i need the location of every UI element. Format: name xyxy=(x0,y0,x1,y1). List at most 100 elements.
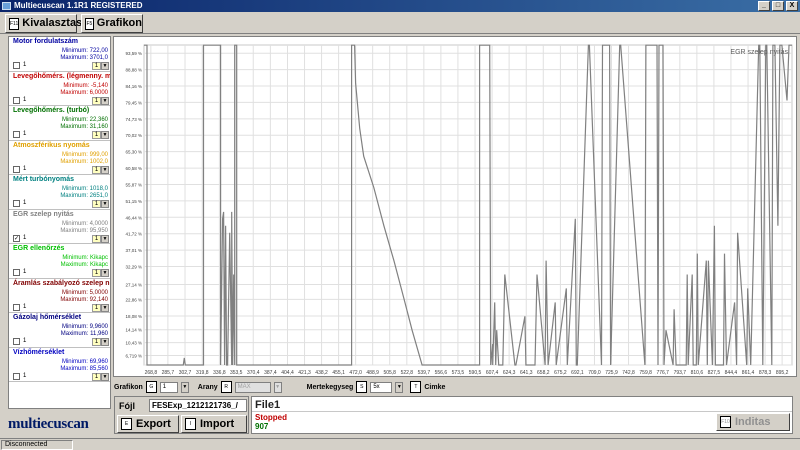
x-tick-label: 319,8 xyxy=(196,370,209,376)
channel-graph-select[interactable]: 1 xyxy=(92,303,101,312)
channel-checkbox[interactable] xyxy=(13,62,20,69)
import-button[interactable]: I Import xyxy=(181,415,247,433)
grafikon-select[interactable]: 1 xyxy=(159,381,178,393)
x-tick-label: 641,3 xyxy=(520,370,533,376)
mertekegyseg-select[interactable]: 5x xyxy=(370,381,393,393)
x-tick-label: 709,0 xyxy=(588,370,601,376)
channel-item[interactable]: Motor fordulatszám Minimum: 722,00 Maximum… xyxy=(9,37,110,72)
chevron-down-icon[interactable]: ▼ xyxy=(101,131,109,139)
grafikon-dropdown-icon[interactable]: ▼ xyxy=(180,381,189,393)
chevron-down-icon[interactable]: ▼ xyxy=(101,200,109,208)
chevron-down-icon[interactable]: ▼ xyxy=(101,269,109,277)
y-tick-label: 60,58 % xyxy=(125,166,142,171)
graph-area: 6,719 % 10,43 % 14,14 % 18,08 % 22,86 % 27,14… xyxy=(113,36,797,377)
channel-minimum: Minimum: -5,140 xyxy=(63,82,108,89)
export-label: Export xyxy=(136,418,171,430)
channel-item[interactable]: Levegőhőmérs. (légmenny. m Minimum: -5,14… xyxy=(9,72,110,106)
arany-dropdown-icon[interactable]: ▼ xyxy=(273,381,282,393)
file-label: Fójl xyxy=(119,401,135,411)
channel-graph-select[interactable]: 1 xyxy=(92,372,101,381)
channel-item[interactable]: Levegőhőmérs. (turbó) Minimum: 22,360 Maxi… xyxy=(9,106,110,141)
channel-item[interactable]: Atmoszférikus nyomás Minimum: 999,00 Maxim… xyxy=(9,141,110,175)
channel-checkbox[interactable] xyxy=(13,131,20,138)
y-tick-label: 70,02 % xyxy=(125,133,142,138)
channel-graph-select[interactable]: 1 xyxy=(92,200,101,208)
channel-graph-select[interactable]: 1 xyxy=(92,234,101,243)
x-tick-label: 353,5 xyxy=(230,370,243,376)
tab-grafikon-label: Grafikon xyxy=(96,17,142,29)
y-tick-label: 93,59 % xyxy=(125,51,142,56)
arany-select[interactable]: MAX xyxy=(234,381,271,393)
mertekegyseg-dropdown-icon[interactable]: ▼ xyxy=(395,381,404,393)
chevron-down-icon[interactable]: ▼ xyxy=(101,62,109,70)
tab-grafikon[interactable]: F5 Grafikon xyxy=(81,14,143,33)
chevron-down-icon[interactable]: ▼ xyxy=(101,372,109,381)
channel-graph-select[interactable]: 1 xyxy=(92,165,101,174)
arany-label: Arany xyxy=(197,383,218,391)
channel-maximum: Maximum: 3701,0 xyxy=(60,55,108,61)
x-tick-label: 793,7 xyxy=(674,370,687,376)
channel-graph-select[interactable]: 1 xyxy=(92,96,101,105)
x-tick-label: 455,1 xyxy=(332,370,345,376)
x-tick-label: 472,0 xyxy=(349,370,362,376)
y-tick-label: 14,14 % xyxy=(125,328,142,333)
close-button[interactable]: X xyxy=(786,1,798,11)
cimke-toggle[interactable]: Cimke xyxy=(424,384,445,391)
channel-maximum: Maximum: 31,160 xyxy=(60,124,108,130)
channel-graph-select[interactable]: 1 xyxy=(92,338,101,346)
x-tick-label: 861,4 xyxy=(742,370,755,376)
plot-frame xyxy=(143,44,793,366)
channel-checkbox[interactable] xyxy=(13,200,20,207)
file-select[interactable]: FESExp_1212121736_/ xyxy=(149,399,247,412)
channel-checkbox[interactable]: ✓ xyxy=(13,234,20,242)
channel-minimum: Minimum: 722,00 xyxy=(61,48,108,54)
inditas-button[interactable]: F10 Inditas xyxy=(716,413,790,431)
x-tick-label: 658,2 xyxy=(537,370,550,376)
channel-graph-select[interactable]: 1 xyxy=(92,131,101,139)
import-label: Import xyxy=(200,418,235,430)
window-title: Multiecuscan 1.1R1 REGISTERED xyxy=(14,1,143,10)
chevron-down-icon[interactable]: ▼ xyxy=(101,96,109,105)
channel-graph-select[interactable]: 1 xyxy=(92,269,101,277)
channel-maximum: Maximum: 11,960 xyxy=(60,331,108,337)
minimize-button[interactable]: _ xyxy=(758,1,770,11)
chevron-down-icon[interactable]: ▼ xyxy=(101,234,109,243)
tab-kivalasztas-label: Kivalasztas xyxy=(22,17,83,29)
chevron-down-icon[interactable]: ▼ xyxy=(101,165,109,174)
channel-item[interactable]: Vízhőmérséklet Minimum: 69,960 Maximum: 85… xyxy=(9,348,110,382)
y-tick-label: 65,30 % xyxy=(125,150,142,155)
egr-chart: 6,719 % 10,43 % 14,14 % 18,08 % 22,86 % 27,14… xyxy=(125,44,793,376)
channel-item[interactable]: Mért turbónyomás Minimum: 1018,0 Maximum: … xyxy=(9,175,110,210)
channel-checkbox[interactable] xyxy=(13,269,20,276)
channel-item[interactable]: Gázolaj hőmérséklet Minimum: 9,9600 Maximu… xyxy=(9,313,110,348)
channel-name: Vízhőmérséklet xyxy=(13,348,65,356)
channel-checkbox[interactable] xyxy=(13,165,20,173)
channel-name: EGR ellenőrzés xyxy=(13,245,65,252)
channel-index: 1 xyxy=(23,269,27,275)
channel-checkbox[interactable] xyxy=(13,338,20,345)
channel-item[interactable]: EGR szelep nyitás Minimum: 4,0000 Maximum:… xyxy=(9,210,110,244)
multiecuscan-logo: multiecuscan xyxy=(8,416,89,432)
maximize-button[interactable]: □ xyxy=(772,1,784,11)
channel-item[interactable]: Áramlás szabályozó szelep n Minimum: 5,00… xyxy=(9,279,110,313)
chevron-down-icon[interactable]: ▼ xyxy=(101,338,109,346)
x-tick-label: 285,7 xyxy=(162,370,175,376)
chevron-down-icon[interactable]: ▼ xyxy=(101,303,109,312)
channel-minimum: Minimum: 9,9600 xyxy=(61,324,108,330)
channel-item[interactable]: EGR ellenőrzés Minimum: Kikapc Maximum: Ki… xyxy=(9,244,110,279)
channel-maximum: Maximum: 2651,0 xyxy=(60,193,108,199)
channel-checkbox[interactable] xyxy=(13,303,20,311)
channel-checkbox[interactable] xyxy=(13,372,20,380)
tab-kivalasztas[interactable]: F11 Kivalasztas xyxy=(5,14,82,33)
channel-checkbox[interactable] xyxy=(13,96,20,104)
y-tick-label: 79,45 % xyxy=(125,100,142,105)
y-tick-label: 74,73 % xyxy=(125,117,142,122)
x-tick-label: 607,4 xyxy=(486,370,499,376)
connection-status: Disconnected xyxy=(1,440,73,450)
channel-list: Motor fordulatszám Minimum: 722,00 Maximum… xyxy=(8,36,111,409)
key-e-icon: E xyxy=(121,418,132,430)
export-button[interactable]: E Export xyxy=(117,415,179,433)
channel-graph-select[interactable]: 1 xyxy=(92,62,101,70)
x-tick-label: 675,2 xyxy=(554,370,567,376)
channel-index: 1 xyxy=(23,62,27,68)
